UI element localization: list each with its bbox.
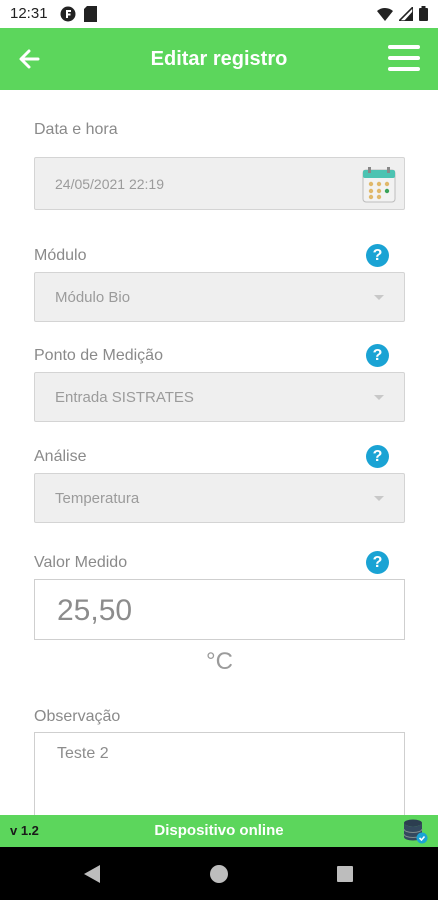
dropdown-caret-icon: [374, 395, 384, 400]
nav-home-button[interactable]: [210, 865, 228, 883]
status-time: 12:31: [10, 5, 48, 22]
dropdown-caret-icon: [374, 496, 384, 501]
analysis-help-icon[interactable]: ?: [366, 445, 389, 468]
module-value: Módulo Bio: [55, 289, 131, 306]
nav-back-button[interactable]: [84, 865, 100, 888]
unit-label: °C: [206, 648, 233, 675]
measure-point-value: Entrada SISTRATES: [55, 389, 194, 406]
signal-icon: [399, 6, 413, 21]
datetime-value: 24/05/2021 22:19: [55, 176, 164, 192]
status-bar: 12:31: [0, 0, 438, 28]
menu-button[interactable]: [388, 45, 420, 73]
nav-recents-button[interactable]: [337, 866, 353, 882]
measured-value-input[interactable]: 25,50: [34, 579, 405, 640]
measured-value-label: Valor Medido: [34, 554, 128, 571]
dropdown-caret-icon: [374, 295, 384, 300]
page-title: Editar registro: [150, 48, 288, 70]
measured-value-help-icon[interactable]: ?: [366, 551, 389, 574]
measure-point-label: Ponto de Medição: [34, 347, 163, 364]
observation-value: Teste 2: [57, 745, 109, 762]
measured-value: 25,50: [57, 594, 133, 627]
hamburger-menu-icon: [388, 45, 420, 71]
connection-status: Dispositivo online: [154, 822, 284, 839]
analysis-select[interactable]: Temperatura: [34, 473, 405, 523]
module-label: Módulo: [34, 247, 87, 264]
app-bar: Editar registro: [0, 28, 438, 90]
calendar-icon[interactable]: [362, 167, 396, 203]
triangle-back-icon: [84, 865, 100, 883]
battery-icon: [419, 6, 428, 21]
observation-label: Observação: [34, 708, 121, 725]
datetime-field[interactable]: 24/05/2021 22:19: [34, 157, 405, 210]
measure-point-select[interactable]: Entrada SISTRATES: [34, 372, 405, 422]
module-select[interactable]: Módulo Bio: [34, 272, 405, 322]
measure-point-help-icon[interactable]: ?: [366, 344, 389, 367]
module-help-icon[interactable]: ?: [366, 244, 389, 267]
wifi-icon: [377, 7, 393, 21]
analysis-label: Análise: [34, 448, 87, 465]
system-nav-bar: [0, 847, 438, 900]
app-notification-icon: [60, 6, 76, 22]
footer-bar: v 1.2 Dispositivo online: [0, 815, 438, 847]
database-online-icon: [402, 818, 428, 844]
analysis-value: Temperatura: [55, 490, 140, 507]
datetime-label: Data e hora: [34, 121, 118, 138]
sd-card-icon: [84, 6, 97, 22]
